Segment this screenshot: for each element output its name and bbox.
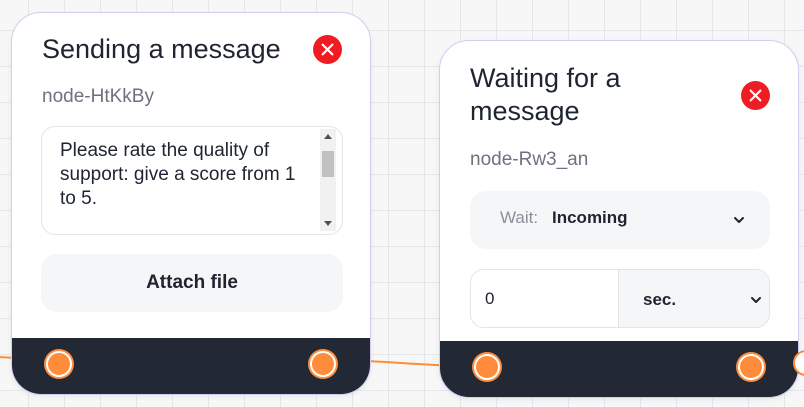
close-button[interactable] bbox=[313, 35, 342, 64]
node-waiting-message[interactable]: Waiting for a message node-Rw3_an Wait: … bbox=[439, 40, 799, 398]
scroll-thumb[interactable] bbox=[322, 151, 334, 177]
node-title: Waiting for a message bbox=[470, 63, 621, 126]
timeout-unit-select[interactable]: sec. bbox=[619, 270, 769, 327]
attach-file-button[interactable]: Attach file bbox=[41, 254, 343, 312]
x-icon bbox=[321, 43, 334, 56]
wait-label: Wait: bbox=[500, 208, 539, 227]
node-title: Sending a message bbox=[42, 34, 281, 64]
message-textarea[interactable]: Please rate the quality of support: give… bbox=[41, 126, 343, 235]
flow-canvas[interactable]: Sending a message node-HtKkBy Please rat… bbox=[0, 0, 804, 407]
wait-value: Incoming bbox=[552, 208, 628, 227]
close-button[interactable] bbox=[741, 81, 770, 110]
textarea-scrollbar[interactable] bbox=[320, 129, 336, 231]
node-sending-message[interactable]: Sending a message node-HtKkBy Please rat… bbox=[11, 12, 371, 395]
timeout-group: 0 sec. bbox=[470, 269, 770, 328]
input-port[interactable] bbox=[474, 354, 500, 380]
wait-type-select[interactable]: Wait: Incoming bbox=[470, 191, 770, 249]
chevron-down-icon bbox=[751, 297, 761, 303]
scroll-down-icon[interactable] bbox=[324, 221, 332, 226]
node-id: node-HtKkBy bbox=[42, 86, 154, 107]
timeout-input[interactable]: 0 bbox=[471, 270, 619, 327]
node-id: node-Rw3_an bbox=[470, 149, 589, 170]
scroll-up-icon[interactable] bbox=[324, 134, 332, 139]
node-footer bbox=[440, 341, 798, 397]
message-text: Please rate the quality of support: give… bbox=[60, 140, 296, 209]
chevron-down-icon bbox=[734, 217, 744, 223]
input-port[interactable] bbox=[46, 351, 72, 377]
x-icon bbox=[749, 89, 762, 102]
node-footer bbox=[12, 338, 370, 394]
timeout-unit-value: sec. bbox=[643, 290, 677, 309]
output-port[interactable] bbox=[738, 354, 764, 380]
output-port[interactable] bbox=[310, 351, 336, 377]
